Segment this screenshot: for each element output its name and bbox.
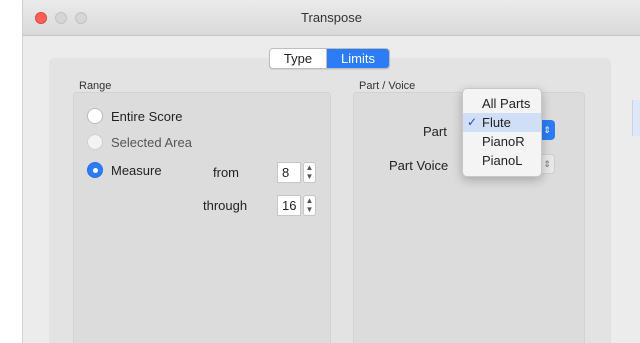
menu-item-all-parts[interactable]: All Parts <box>463 94 541 113</box>
stepper-down-icon[interactable]: ▼ <box>304 172 315 181</box>
through-input[interactable]: 16 <box>277 195 301 216</box>
through-field: 16 ▲ ▼ <box>277 195 316 216</box>
menu-item-flute[interactable]: ✓ Flute <box>463 113 541 132</box>
stepper-down-icon[interactable]: ▼ <box>304 205 315 214</box>
menu-item-label: PianoL <box>482 153 523 168</box>
tab-type[interactable]: Type <box>270 49 327 68</box>
radio-entire-score[interactable]: Entire Score <box>87 108 183 124</box>
radio-measure[interactable]: Measure <box>87 162 162 178</box>
from-field: 8 ▲ ▼ <box>277 162 316 183</box>
through-label: through <box>203 198 248 213</box>
radio-button[interactable] <box>87 108 103 124</box>
radio-label: Entire Score <box>111 108 183 124</box>
from-label: from <box>213 165 239 180</box>
tab-limits[interactable]: Limits <box>327 49 389 68</box>
radio-button[interactable] <box>87 134 103 150</box>
part-voice-section-title: Part / Voice <box>359 80 416 92</box>
radio-selected-area[interactable]: Selected Area <box>87 134 192 150</box>
part-label: Part <box>423 124 447 139</box>
window-title: Transpose <box>301 10 362 25</box>
from-stepper[interactable]: ▲ ▼ <box>303 162 316 183</box>
radio-label: Measure <box>111 162 162 178</box>
menu-item-pianor[interactable]: PianoR <box>463 132 541 151</box>
menu-item-pianol[interactable]: PianoL <box>463 151 541 170</box>
background-window-edge <box>632 100 640 136</box>
part-popup-menu: All Parts ✓ Flute PianoR PianoL <box>462 88 542 177</box>
radio-button-selected[interactable] <box>87 162 103 178</box>
menu-item-label: Flute <box>482 115 511 130</box>
menu-item-label: All Parts <box>482 96 531 111</box>
check-icon: ✓ <box>467 115 478 129</box>
range-section-title: Range <box>79 80 112 92</box>
stepper-up-icon[interactable]: ▲ <box>304 163 315 172</box>
menu-item-label: PianoR <box>482 134 525 149</box>
through-stepper[interactable]: ▲ ▼ <box>303 195 316 216</box>
range-groupbox <box>73 92 331 343</box>
radio-label: Selected Area <box>111 134 192 150</box>
stepper-up-icon[interactable]: ▲ <box>304 196 315 205</box>
from-input[interactable]: 8 <box>277 162 301 183</box>
type-limits-tabs: Type Limits <box>269 48 390 69</box>
transpose-window: Transpose Range Part / Voice Entire Scor… <box>22 0 640 343</box>
title-bar: Transpose <box>23 0 640 36</box>
part-voice-label: Part Voice <box>389 158 449 173</box>
